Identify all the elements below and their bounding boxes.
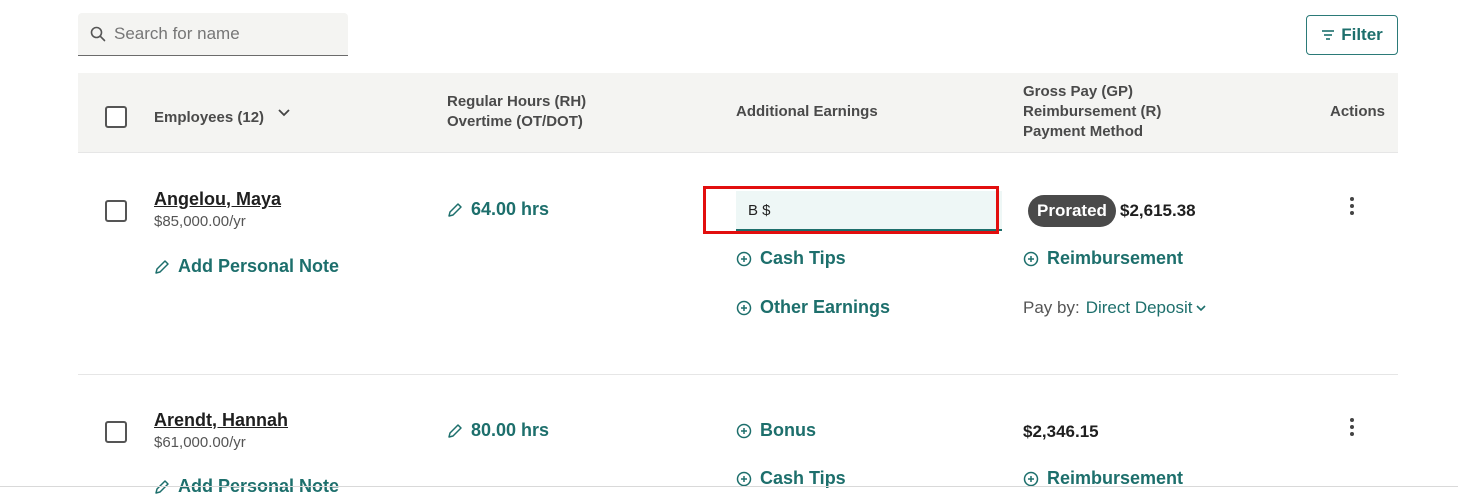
search-input[interactable] [114, 24, 334, 44]
edit-hours-button[interactable]: 64.00 hrs [447, 199, 549, 220]
pay-by: Pay by: Direct Deposit [1023, 298, 1207, 318]
bonus-label: Bonus [760, 420, 816, 440]
filter-icon [1322, 30, 1335, 40]
employee-salary: $85,000.00/yr [154, 213, 246, 230]
employee-name[interactable]: Angelou, Maya [154, 189, 281, 210]
row-divider [78, 374, 1398, 375]
row-checkbox[interactable] [105, 421, 127, 443]
plus-circle-icon [1023, 251, 1039, 266]
gross-pay-value: $2,346.15 [1023, 422, 1099, 441]
payment-method-value: Direct Deposit [1085, 298, 1193, 317]
hours-value: 64.00 hrs [471, 199, 550, 219]
header-gross-line2: Reimbursement (R) [1023, 103, 1162, 120]
header-actions: Actions [1330, 103, 1386, 120]
plus-circle-icon [736, 471, 752, 486]
add-reimbursement-button[interactable]: Reimbursement [1023, 248, 1183, 269]
add-bonus-button[interactable]: Bonus [736, 420, 816, 441]
plus-circle-icon [1023, 471, 1039, 486]
search-field[interactable] [78, 13, 348, 56]
filter-label: Filter [1341, 25, 1383, 44]
employee-salary: $61,000.00/yr [154, 434, 246, 451]
header-hours: Regular Hours (RH) Overtime (OT/DOT) [447, 92, 586, 132]
header-employees: Employees (12) [154, 109, 265, 126]
header-gross-line3: Payment Method [1023, 123, 1144, 140]
search-icon [90, 26, 106, 42]
row-checkbox[interactable] [105, 200, 127, 222]
add-other-earnings-button[interactable]: Other Earnings [736, 297, 890, 318]
chevron-down-icon[interactable] [277, 106, 291, 120]
plus-circle-icon [736, 300, 752, 315]
header-hours-line2: Overtime (OT/DOT) [447, 113, 583, 130]
add-cash-tips-button[interactable]: Cash Tips [736, 248, 846, 269]
row-actions-menu-icon[interactable] [1344, 416, 1360, 438]
pencil-icon [448, 202, 462, 217]
edit-hours-button[interactable]: 80.00 hrs [447, 420, 549, 441]
header-gross: Gross Pay (GP) Reimbursement (R) Payment… [1023, 82, 1161, 142]
add-personal-note-label: Add Personal Note [178, 256, 340, 276]
pencil-icon [155, 259, 169, 274]
header-hours-line1: Regular Hours (RH) [447, 93, 587, 110]
prorated-badge: Prorated [1028, 195, 1116, 227]
gross-pay-value: $2,615.38 [1120, 201, 1196, 220]
reimbursement-label: Reimbursement [1047, 248, 1184, 268]
employee-name[interactable]: Arendt, Hannah [154, 410, 288, 431]
filter-button[interactable]: Filter [1306, 15, 1398, 55]
row-actions-menu-icon[interactable] [1344, 195, 1360, 217]
chevron-down-icon [1196, 305, 1207, 312]
pay-by-label: Pay by: [1023, 298, 1080, 317]
header-additional: Additional Earnings [736, 103, 878, 120]
additional-earning-value: B $ [748, 201, 771, 219]
other-earnings-label: Other Earnings [760, 297, 891, 317]
add-personal-note-button[interactable]: Add Personal Note [154, 256, 339, 277]
page-bottom-divider [0, 486, 1458, 487]
cash-tips-label: Cash Tips [760, 248, 846, 268]
plus-circle-icon [736, 423, 752, 438]
select-all-checkbox[interactable] [105, 106, 127, 128]
pencil-icon [448, 423, 462, 438]
header-gross-line1: Gross Pay (GP) [1023, 83, 1134, 100]
additional-earning-input[interactable]: B $ [736, 191, 1002, 231]
hours-value: 80.00 hrs [471, 420, 550, 440]
plus-circle-icon [736, 251, 752, 266]
payment-method-dropdown[interactable]: Direct Deposit [1086, 298, 1208, 318]
